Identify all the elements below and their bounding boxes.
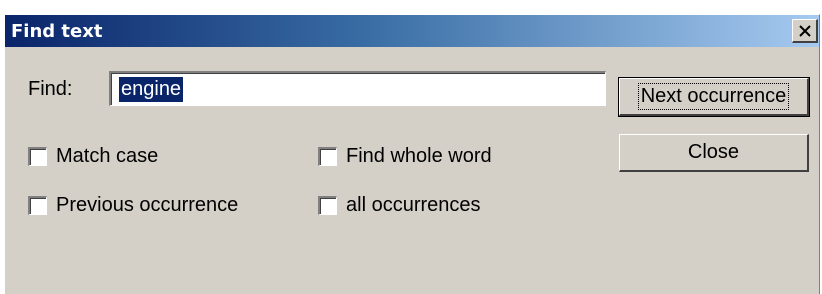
next-occurrence-label: Next occurrence xyxy=(637,83,790,110)
title-bar[interactable]: Find text xyxy=(5,15,819,47)
all-occurrences-box[interactable] xyxy=(318,196,337,215)
find-input-value: engine xyxy=(119,77,184,102)
close-window-button[interactable] xyxy=(792,19,818,43)
previous-occurrence-label: Previous occurrence xyxy=(56,194,239,216)
match-case-box[interactable] xyxy=(28,147,47,166)
find-input[interactable]: engine xyxy=(109,71,606,106)
dialog-title: Find text xyxy=(11,21,103,42)
all-occurrences-checkbox[interactable]: all occurrences xyxy=(318,194,481,217)
match-case-checkbox[interactable]: Match case xyxy=(28,145,158,168)
find-whole-word-box[interactable] xyxy=(318,147,337,166)
next-occurrence-button[interactable]: Next occurrence xyxy=(618,77,810,117)
match-case-label: Match case xyxy=(56,145,159,167)
find-whole-word-label: Find whole word xyxy=(346,145,492,167)
find-whole-word-checkbox[interactable]: Find whole word xyxy=(318,145,492,168)
close-button[interactable]: Close xyxy=(619,134,809,172)
all-occurrences-label: all occurrences xyxy=(346,194,481,216)
find-text-dialog: Find text Find: engine Next occurrence C… xyxy=(3,14,820,294)
close-icon xyxy=(798,24,811,37)
close-button-label: Close xyxy=(687,141,740,163)
find-label: Find: xyxy=(28,78,73,100)
previous-occurrence-checkbox[interactable]: Previous occurrence xyxy=(28,194,238,217)
previous-occurrence-box[interactable] xyxy=(28,196,47,215)
